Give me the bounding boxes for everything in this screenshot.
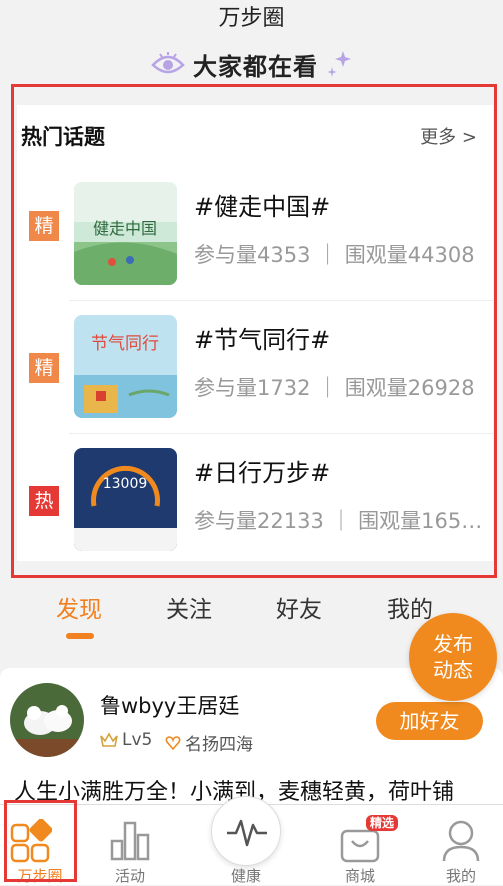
- user-level: Lv5: [100, 730, 152, 750]
- tab-mine[interactable]: 我的: [387, 590, 433, 624]
- featured-badge: 精: [29, 211, 59, 241]
- topic-item-walk-china[interactable]: 精 健走中国 #健走中国# 参与量4353 ｜ 围观量44308: [17, 167, 493, 300]
- nav-label: 活动: [114, 867, 145, 885]
- hot-topics-panel: 热门话题 更多 > 精 健走中国 #健走中国# 参与量4353 ｜ 围观量443…: [17, 105, 493, 561]
- nav-mine[interactable]: 我的: [421, 805, 501, 886]
- hot-topics-header: 热门话题 更多 >: [17, 105, 493, 167]
- publish-post-button[interactable]: 发布 动态: [409, 613, 497, 701]
- topic-stats: 参与量4353 ｜ 围观量44308: [194, 243, 475, 267]
- user-icon: [442, 820, 480, 862]
- eye-icon: [151, 51, 185, 77]
- featured-badge: 精: [29, 353, 59, 383]
- heart-icon: [165, 735, 181, 750]
- heartbeat-icon: [227, 819, 267, 847]
- topic-item-daily-steps[interactable]: 热 13009 #日行万步# 参与量22133 ｜ 围观量1657...: [17, 433, 493, 566]
- topic-thumbnail: 健走中国: [74, 182, 177, 285]
- fab-line-2: 动态: [433, 658, 473, 682]
- tab-discover[interactable]: 发现: [56, 590, 102, 624]
- avatar[interactable]: [10, 683, 84, 757]
- active-tab-indicator: [66, 633, 94, 639]
- topic-thumbnail: 13009: [74, 448, 177, 551]
- level-text: Lv5: [122, 730, 153, 750]
- topic-stats: 参与量22133 ｜ 围观量1657...: [194, 509, 484, 533]
- section-title: 大家都在看: [193, 52, 318, 81]
- hot-topics-highlight: 热门话题 更多 > 精 健走中国 #健走中国# 参与量4353 ｜ 围观量443…: [11, 84, 497, 578]
- activity-icon: [110, 821, 150, 861]
- username[interactable]: 鲁wbyy王居廷: [100, 690, 239, 720]
- everyone-watching-header: 大家都在看: [0, 40, 503, 88]
- nav-highlight: [4, 800, 77, 882]
- topic-name: #健走中国#: [194, 193, 331, 221]
- title-text: 名扬四海: [185, 735, 253, 755]
- hot-badge: 热: [29, 486, 59, 516]
- user-title: 名扬四海: [165, 730, 253, 755]
- tab-friends[interactable]: 好友: [276, 590, 322, 624]
- nav-label: 商城: [344, 867, 375, 885]
- topic-item-solar-terms[interactable]: 精 节气同行 #节气同行# 参与量1732 ｜ 围观量26928: [17, 300, 493, 433]
- crown-icon: [100, 732, 118, 747]
- hot-topics-title: 热门话题: [21, 125, 105, 149]
- topic-thumbnail: 节气同行: [74, 315, 177, 418]
- nav-activity[interactable]: 活动: [90, 805, 170, 886]
- sparkle-icon: [326, 49, 352, 79]
- health-button[interactable]: [211, 796, 281, 866]
- topic-name: #节气同行#: [194, 326, 331, 354]
- app-title: 万步圈: [0, 0, 503, 38]
- svg-text:13009: 13009: [103, 476, 148, 492]
- nav-label: 健康: [230, 867, 261, 885]
- topic-stats: 参与量1732 ｜ 围观量26928: [194, 376, 475, 400]
- svg-text:节气同行: 节气同行: [91, 334, 159, 354]
- add-friend-button[interactable]: 加好友: [376, 702, 483, 740]
- topic-name: #日行万步#: [194, 459, 331, 487]
- tab-following[interactable]: 关注: [166, 590, 212, 624]
- svg-text:健走中国: 健走中国: [93, 219, 157, 238]
- more-link[interactable]: 更多 >: [420, 123, 477, 149]
- nav-label: 我的: [445, 867, 476, 885]
- mall-featured-badge: 精选: [366, 815, 399, 831]
- fab-line-1: 发布: [433, 632, 473, 656]
